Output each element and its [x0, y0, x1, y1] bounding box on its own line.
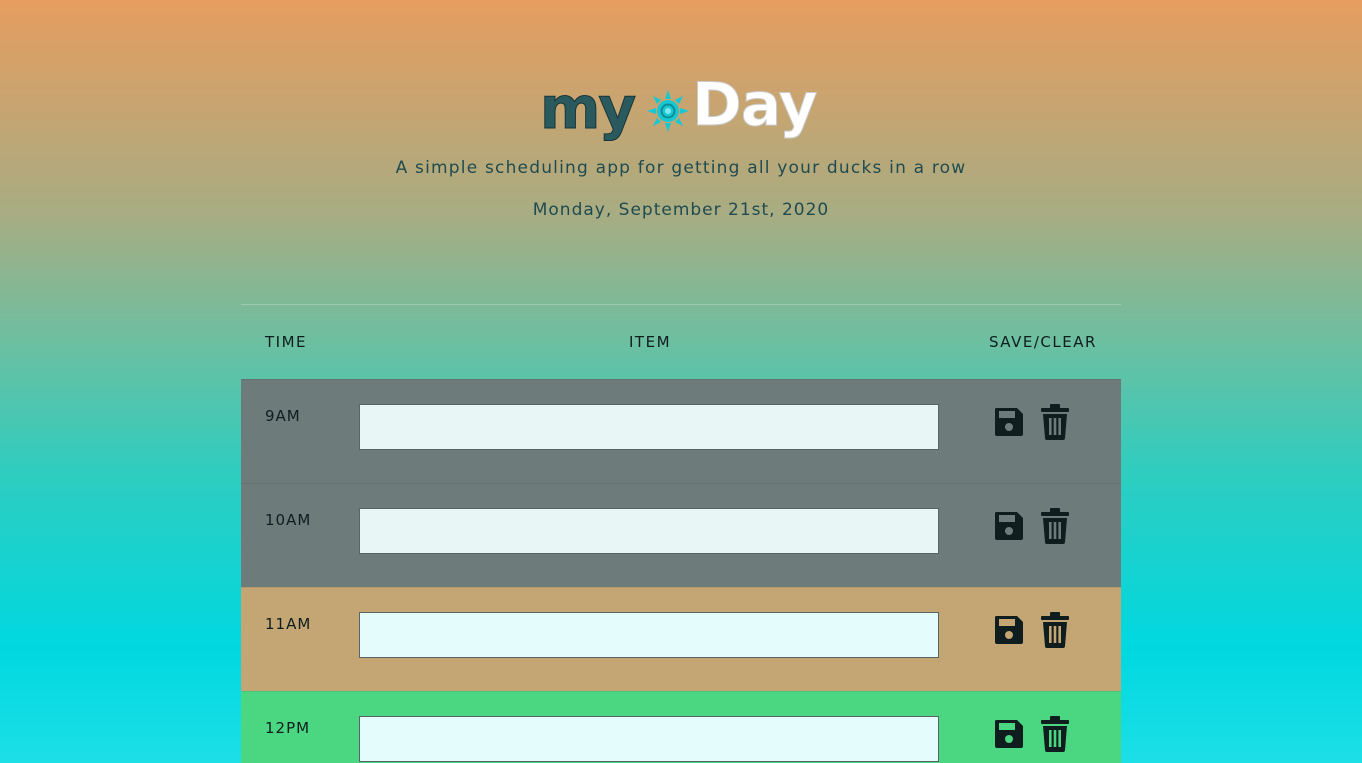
hour-entry-input[interactable]	[359, 716, 939, 762]
hour-row-10am: 10AM	[241, 483, 1121, 587]
logo-day-text: Day	[692, 70, 819, 141]
sun-icon	[647, 90, 689, 132]
trash-icon[interactable]	[1039, 612, 1071, 648]
app-logo: my Day	[538, 70, 828, 152]
column-header-time: TIME	[265, 333, 308, 351]
column-header-item: ITEM	[629, 333, 672, 351]
save-icon[interactable]	[993, 510, 1025, 542]
current-date: Monday, September 21st, 2020	[532, 200, 830, 220]
column-header-save-clear: SAVE/CLEAR	[989, 333, 1097, 351]
trash-icon[interactable]	[1039, 404, 1071, 440]
save-icon[interactable]	[993, 406, 1025, 438]
logo-my-text: my	[539, 74, 636, 143]
hour-label: 11AM	[265, 615, 312, 633]
trash-icon[interactable]	[1039, 716, 1071, 752]
hour-entry-input[interactable]	[359, 404, 939, 450]
hour-entry-input[interactable]	[359, 612, 939, 658]
trash-icon[interactable]	[1039, 508, 1071, 544]
tagline: A simple scheduling app for getting all …	[395, 158, 967, 178]
save-icon[interactable]	[993, 614, 1025, 646]
table-header: TIME ITEM SAVE/CLEAR	[241, 304, 1121, 379]
hour-row-9am: 9AM	[241, 379, 1121, 483]
hour-entry-input[interactable]	[359, 508, 939, 554]
schedule-table: TIME ITEM SAVE/CLEAR 9AM 10AM 11AM 12PM	[241, 304, 1121, 763]
hour-row-12pm: 12PM	[241, 691, 1121, 763]
hour-row-11am: 11AM	[241, 587, 1121, 691]
hour-label: 9AM	[265, 407, 301, 425]
hour-label: 12PM	[265, 719, 311, 737]
hour-label: 10AM	[265, 511, 312, 529]
save-icon[interactable]	[993, 718, 1025, 750]
